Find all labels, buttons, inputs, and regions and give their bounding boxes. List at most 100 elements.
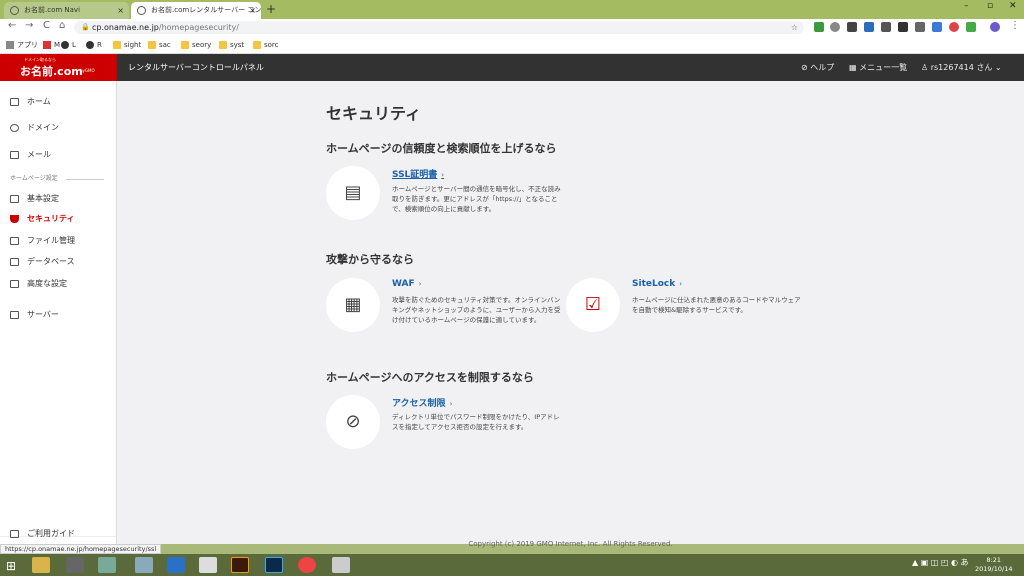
bookmark-label: sorc (264, 41, 279, 49)
bookmark-label: sac (159, 41, 171, 49)
user-name: rs1267414 さん ⌄ (930, 63, 1002, 72)
folder-icon (148, 41, 156, 49)
bookmark-label: R (97, 41, 102, 49)
app-icon[interactable] (98, 557, 116, 573)
sidebar-item-server[interactable]: サーバー (0, 305, 116, 325)
photoshop-icon[interactable] (265, 557, 283, 573)
windows-start-icon[interactable]: ⊞ (6, 559, 16, 573)
extension-icon[interactable] (864, 22, 874, 32)
back-button[interactable]: ← (8, 20, 16, 31)
bookmark-apps[interactable]: アプリ (6, 39, 38, 51)
window-close-button[interactable]: ✕ (1009, 1, 1017, 11)
sidebar-item-label: データベース (27, 257, 75, 266)
explorer-icon[interactable] (32, 557, 50, 573)
extension-icon[interactable] (898, 22, 908, 32)
favicon-icon (10, 6, 19, 15)
section-heading-trust: ホームページの信頼度と検索順位を上げるなら (326, 142, 557, 155)
download-icon[interactable] (167, 557, 185, 573)
tab-title: お名前.comレンタルサーバー コントロ (151, 6, 261, 14)
prohibited-icon: ⊘ (326, 395, 380, 449)
waf-link[interactable]: WAF › (392, 279, 421, 289)
mail-icon (10, 151, 19, 159)
sidebar-item-label: ドメイン (27, 123, 59, 132)
onamae-logo[interactable]: ドメイン取るなら お名前.com byGMO (0, 54, 117, 81)
sidebar-item-label: サーバー (27, 310, 59, 319)
sidebar-item-security[interactable]: セキュリティ (0, 209, 116, 229)
bookmark-sight[interactable]: sight (113, 39, 141, 51)
lock-icon: 🔒 (81, 23, 90, 31)
app-icon[interactable] (66, 557, 84, 573)
extension-icon[interactable] (932, 22, 942, 32)
forward-button[interactable]: → (25, 20, 33, 31)
browser-menu-button[interactable]: ⋮ (1010, 20, 1020, 31)
section-heading-access: ホームページへのアクセスを制限するなら (326, 371, 534, 384)
app-icon[interactable] (332, 557, 350, 573)
sidebar-item-home[interactable]: ホーム (0, 92, 116, 112)
reload-button[interactable]: C (43, 20, 50, 31)
chevron-right-icon: › (418, 280, 422, 288)
globe-icon (10, 124, 19, 132)
card-title-text: WAF (392, 279, 415, 289)
ssl-certificate-link[interactable]: SSL証明書 › (392, 167, 444, 180)
illustrator-icon[interactable] (231, 557, 249, 573)
bookmark-syst[interactable]: syst (219, 39, 244, 51)
tab-onamae-navi[interactable]: お名前.com Navi × (4, 2, 129, 19)
extension-icon[interactable] (814, 22, 824, 32)
bookmark-seory[interactable]: seory (181, 39, 211, 51)
access-restriction-link[interactable]: アクセス制限 › (392, 396, 452, 409)
sidebar: ホーム ドメイン メール ホームページ設定 基本設定 セキュリティ ファイル管理… (0, 81, 117, 544)
app-icon[interactable] (135, 557, 153, 573)
address-bar[interactable]: 🔒 cp.onamae.ne.jp/homepagesecurity/ ☆ (74, 21, 804, 34)
card-title-text: SSL証明書 (392, 170, 438, 180)
extension-icon[interactable] (949, 22, 959, 32)
chevron-right-icon: › (441, 171, 445, 179)
system-tray-icons[interactable]: ▲ ▣ ◫ ◰ ◐ あ (912, 557, 969, 568)
home-button[interactable]: ⌂ (59, 20, 65, 31)
bookmark-r[interactable]: R (86, 39, 102, 51)
sitelock-link[interactable]: SiteLock › (632, 279, 682, 289)
certificate-icon: ▤ (326, 166, 380, 220)
extension-icon[interactable] (966, 22, 976, 32)
sidebar-item-label: 高度な設定 (27, 279, 67, 288)
sidebar-item-advanced-settings[interactable]: 高度な設定 (0, 274, 116, 294)
sidebar-item-guide[interactable]: ご利用ガイド (0, 524, 116, 544)
maximize-button[interactable]: ▫ (987, 1, 993, 11)
bookmark-l[interactable]: L (61, 39, 76, 51)
extension-icon[interactable] (847, 22, 857, 32)
help-link[interactable]: ⊘ ヘルプ (801, 54, 834, 81)
taskbar-clock[interactable]: 8:21 2019/10/14 (975, 556, 1012, 574)
sidebar-item-database[interactable]: データベース (0, 252, 116, 272)
user-menu[interactable]: ♙ rs1267414 さん ⌄ (921, 54, 1002, 81)
help-icon: ⊘ (801, 63, 811, 72)
bookmark-sorc[interactable]: sorc (253, 39, 279, 51)
bookmark-star-icon[interactable]: ☆ (791, 21, 798, 34)
minimize-button[interactable]: – (964, 1, 969, 11)
chrome-icon[interactable] (298, 557, 316, 573)
sidebar-item-label: ご利用ガイド (27, 529, 75, 538)
bookmark-label: syst (230, 41, 245, 49)
extension-icon[interactable] (830, 22, 840, 32)
app-icon[interactable] (199, 557, 217, 573)
extension-icon[interactable] (915, 22, 925, 32)
sidebar-item-file-management[interactable]: ファイル管理 (0, 231, 116, 251)
bookmark-label: seory (192, 41, 212, 49)
tab-close-icon[interactable]: × (117, 2, 124, 19)
new-tab-button[interactable]: + (266, 2, 276, 16)
lock-check-icon: ☑ (566, 278, 620, 332)
tab-close-icon[interactable]: × (249, 2, 256, 19)
settings-icon (10, 280, 19, 288)
sidebar-item-domain[interactable]: ドメイン (0, 118, 116, 138)
extension-icon[interactable] (881, 22, 891, 32)
globe-icon (61, 41, 69, 49)
bookmark-label: sight (124, 41, 142, 49)
sidebar-item-label: メール (27, 150, 51, 159)
clock-time: 8:21 (986, 556, 1002, 564)
tab-rental-server[interactable]: お名前.comレンタルサーバー コントロ × (131, 2, 261, 19)
bookmark-sac[interactable]: sac (148, 39, 171, 51)
main-content: セキュリティ ホームページの信頼度と検索順位を上げるなら ▤ SSL証明書 › ホ… (117, 81, 1024, 548)
bookmark-gmail[interactable]: M (43, 39, 60, 51)
menu-list-link[interactable]: ▦ メニュー一覧 (849, 54, 907, 81)
sidebar-item-mail[interactable]: メール (0, 145, 116, 165)
sidebar-item-basic-settings[interactable]: 基本設定 (0, 189, 116, 209)
profile-avatar[interactable] (990, 22, 1000, 32)
